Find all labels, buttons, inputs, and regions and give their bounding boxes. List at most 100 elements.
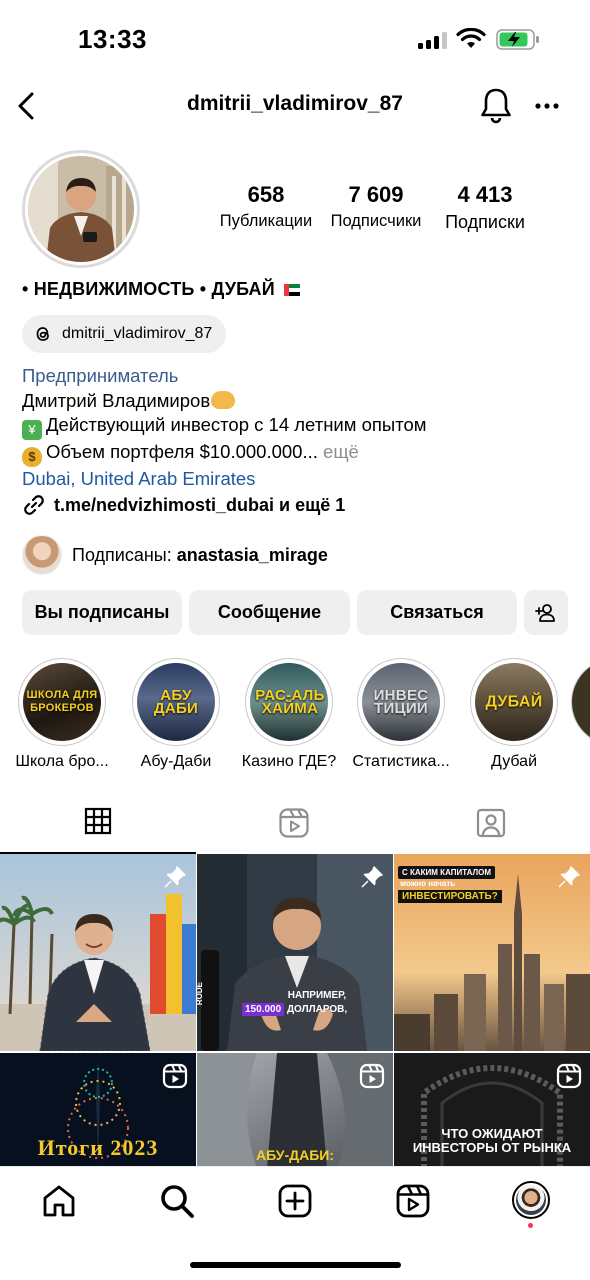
threads-handle: dmitrii_vladimirov_87 [62,325,213,342]
post-caption: АБУ-ДАБИ: [255,1147,335,1163]
bio-line-name: Дмитрий Владимиров [22,389,572,414]
highlight-cover-text: ИНВЕС ТИЦИИ [373,687,429,717]
highlight-item[interactable]: ДУБАЙ Дубай [458,658,570,771]
follower-avatar [22,535,62,575]
post-tile[interactable]: RODE НАПРИМЕР, 150.000 ДОЛЛАРОВ, [197,854,393,1051]
mic-brand: RODE [197,982,204,1006]
search-icon[interactable] [159,1183,195,1219]
more-horizontal-icon[interactable] [534,96,560,116]
highlight-item[interactable]: ШКОЛА ДЛЯ БРОКЕРОВ Школа бро... [6,658,118,771]
posts-grid: RODE НАПРИМЕР, 150.000 ДОЛЛАРОВ, С КАКИМ… [0,854,590,1166]
tab-grid[interactable] [0,805,196,854]
threads-icon [36,327,49,341]
post-tile[interactable]: АБУ-ДАБИ: [197,1053,393,1166]
tagged-icon [476,808,506,838]
highlight-label: Казино ГДЕ? [241,753,337,770]
reels-icon[interactable] [395,1183,431,1219]
profile-display-name: • НЕДВИЖИМОСТЬ • ДУБАЙ [22,279,301,300]
battery-charging-icon [496,29,539,50]
threads-badge[interactable]: dmitrii_vladimirov_87 [22,315,227,353]
highlight-label: Абу-Даби [140,753,212,770]
posts-count: 658 [247,182,285,207]
post-caption-highlight: 150.000 [242,1003,285,1016]
stat-following[interactable]: 4 413 Подписки [430,182,540,233]
post-tile[interactable]: Итоги 2023 [0,1053,196,1166]
create-icon[interactable] [277,1183,313,1219]
highlight-item-partial[interactable] [571,658,590,746]
status-time: 13:33 [78,24,147,54]
profile-link[interactable]: t.me/nedvizhimosti_dubai и ещё 1 [22,493,345,517]
highlight-item[interactable]: РАС-АЛЬ ХАЙМА Казино ГДЕ? [233,658,345,771]
stat-followers[interactable]: 7 609 Подписчики [322,182,430,233]
profile-location[interactable]: Dubai, United Arab Emirates [22,467,572,492]
highlight-cover-text: РАС-АЛЬ ХАЙМА [255,687,325,717]
post-caption-highlight: ИНВЕСТИРОВАТЬ? [398,890,502,903]
highlight-item[interactable]: ИНВЕС ТИЦИИ Статистика... [345,658,457,771]
yen-chart-emoji: ¥ [22,420,42,440]
profile-avatar[interactable] [512,1181,550,1219]
uae-flag-icon [284,284,301,297]
followed-prefix: Подписаны: [72,544,177,565]
bio-line-portfolio[interactable]: $ Объем портфеля $10.000.000... ещё [22,440,572,467]
cellular-signal-icon [418,31,447,49]
bio-experience-text: Действующий инвестор с 14 летним опытом [46,414,427,435]
handshake-emoji [211,390,236,409]
highlight-label: Дубай [491,753,537,770]
pinned-icon [558,866,580,888]
money-bag-emoji: $ [22,447,42,467]
stat-posts[interactable]: 658 Публикации [210,182,322,233]
post-tile[interactable] [0,854,196,1051]
following-count: 4 413 [457,182,513,207]
post-caption: Итоги 2023 [37,1135,159,1160]
post-caption-line2: 150.000 ДОЛЛАРОВ, [242,1003,348,1016]
profile-avatar[interactable] [22,150,140,268]
highlight-label: Статистика... [352,753,450,770]
post-tile[interactable]: С КАКИМ КАПИТАЛОМ можно начать ИНВЕСТИРО… [394,854,590,1051]
profile-category: Предприниматель [22,365,179,386]
link-icon [24,495,44,515]
post-caption-rest: ДОЛЛАРОВ, [286,1004,348,1015]
following-button[interactable]: Вы подписаны [22,590,182,635]
status-bar: 13:33 [0,0,590,80]
pinned-icon [361,866,383,888]
profile-actions: Вы подписаны Сообщение Связаться [22,590,568,635]
bell-icon[interactable] [479,86,513,124]
suggest-people-button[interactable] [524,590,568,635]
followers-label: Подписчики [330,212,422,230]
followed-by-text: Подписаны: anastasia_mirage [72,545,328,566]
tab-tagged[interactable] [393,805,589,853]
following-label: Подписки [445,212,525,232]
post-caption: ЧТО ОЖИДАЮТ ИНВЕСТОРЫ ОТ РЫНКА [412,1126,572,1155]
followed-by[interactable]: Подписаны: anastasia_mirage [22,535,328,575]
reel-icon [556,1063,582,1089]
tab-reels[interactable] [196,805,392,853]
display-name-text: • НЕДВИЖИМОСТЬ • ДУБАЙ [22,279,275,299]
wifi-icon [456,28,486,48]
story-highlights: ШКОЛА ДЛЯ БРОКЕРОВ Школа бро... АБУ ДАБИ… [0,658,590,778]
highlight-cover-text: АБУ ДАБИ [153,687,199,717]
grid-icon [84,807,112,835]
highlight-label: Школа бро... [15,753,109,770]
followers-count: 7 609 [348,182,404,207]
highlight-item[interactable]: АБУ ДАБИ Абу-Даби [120,658,232,771]
home-indicator [190,1262,401,1268]
post-caption-mid: можно начать [400,879,456,888]
posts-label: Публикации [219,212,313,230]
post-tile[interactable]: ЧТО ОЖИДАЮТ ИНВЕСТОРЫ ОТ РЫНКА [394,1053,590,1166]
followed-user: anastasia_mirage [176,544,328,565]
contact-button[interactable]: Связаться [357,590,517,635]
add-person-icon [535,603,555,622]
bio-portfolio-text: Объем портфеля $10.000.000... [46,441,318,462]
pinned-icon [164,866,186,888]
link-text: t.me/nedvizhimosti_dubai и ещё 1 [54,494,346,515]
profile-tabs [0,805,590,854]
notification-dot [528,1223,533,1228]
bio-name-text: Дмитрий Владимиров [22,389,211,411]
post-caption-top: С КАКИМ КАПИТАЛОМ [398,866,495,879]
highlight-cover-text: ДУБАЙ [485,693,543,711]
home-icon[interactable] [41,1183,77,1219]
bio-line-experience: ¥ Действующий инвестор с 14 летним опытом [22,413,572,440]
highlight-cover-text: ШКОЛА ДЛЯ БРОКЕРОВ [26,689,98,714]
message-button[interactable]: Сообщение [189,590,350,635]
bio-more-link[interactable]: ещё [318,441,359,462]
